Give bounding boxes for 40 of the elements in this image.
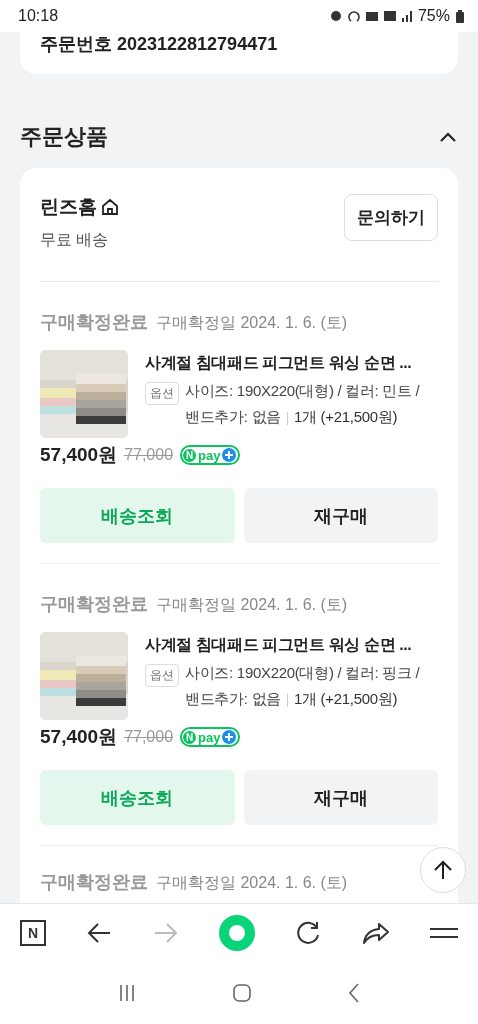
menu-button[interactable] [429, 925, 458, 940]
share-button[interactable] [361, 920, 390, 945]
price: 57,400원 [40, 443, 118, 467]
home-button[interactable] [232, 983, 252, 1003]
option-text: 사이즈: 190X220(대형) / 컬러: 핑크 / 밴드추가: 없음 1개 (+21,500원) [185, 663, 421, 710]
naver-home-button[interactable]: N [20, 919, 47, 946]
npay-badge: N pay [180, 445, 241, 465]
home-icon[interactable] [101, 198, 119, 216]
original-price: 77,000 [124, 728, 174, 746]
hotspot-icon [347, 10, 360, 22]
npay-badge: N pay [180, 727, 241, 747]
option-tag: 옵션 [145, 382, 179, 405]
order-status: 구매확정완료 [40, 593, 148, 616]
battery-level: 75% [417, 7, 450, 25]
back-nav-button[interactable] [346, 982, 361, 1004]
product-title[interactable]: 사계절 침대패드 피그먼트 워싱 순면 ... [145, 353, 438, 374]
up-arrow-icon [432, 859, 454, 881]
signal-icon [401, 10, 412, 22]
reorder-button[interactable]: 재구매 [243, 770, 438, 825]
status-time: 10:18 [18, 7, 59, 25]
product-title[interactable]: 사계절 침대패드 피그먼트 워싱 순면 ... [145, 635, 438, 656]
shipping-info: 무료 배송 [40, 230, 110, 250]
reorder-button[interactable]: 재구매 [243, 488, 438, 543]
confirm-date: 구매확정일 2024. 1. 6. (토) [156, 313, 348, 333]
confirm-date: 구매확정일 2024. 1. 6. (토) [156, 595, 348, 615]
order-status: 구매확정완료 [40, 871, 148, 894]
refresh-button[interactable] [295, 919, 322, 946]
alarm-icon [329, 10, 342, 22]
original-price: 77,000 [124, 446, 174, 464]
option-text: 사이즈: 190X220(대형) / 컬러: 민트 / 밴드추가: 없음 1개 (+21,500원) [185, 381, 421, 428]
confirm-date: 구매확정일 2024. 1. 6. (토) [156, 873, 348, 893]
price: 57,400원 [40, 725, 118, 749]
section-title: 주문상품 [20, 123, 108, 151]
back-button[interactable] [86, 921, 113, 944]
store-name[interactable]: 린즈홈 [40, 194, 97, 220]
order-number: 주문번호 2023122812794471 [40, 34, 278, 54]
option-tag: 옵션 [145, 664, 179, 687]
order-status: 구매확정완료 [40, 311, 148, 334]
battery-icon [456, 9, 464, 23]
inquiry-button[interactable]: 문의하기 [344, 194, 438, 241]
